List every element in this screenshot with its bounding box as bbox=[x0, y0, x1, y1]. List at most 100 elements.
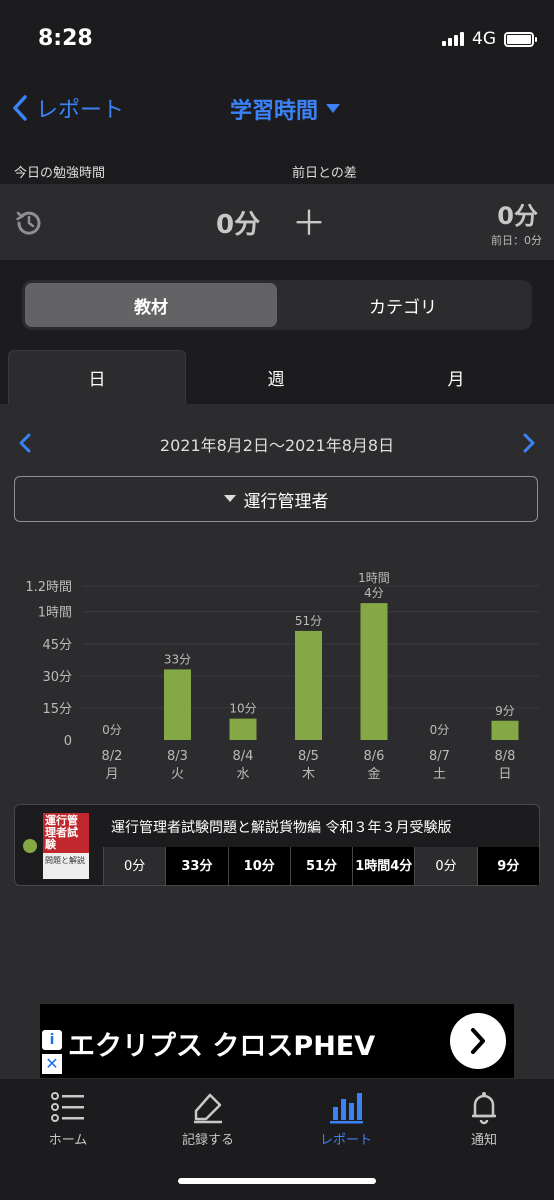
bar bbox=[491, 720, 519, 740]
y-tick-label: 45分 bbox=[42, 638, 72, 653]
book-cover-title: 運行管理者試験 bbox=[43, 813, 89, 853]
y-tick-label: 1時間 bbox=[38, 606, 72, 621]
category-dropdown[interactable]: 運行管理者 bbox=[14, 476, 538, 522]
data-label: 0分 bbox=[430, 723, 450, 737]
tab-report-label: レポート bbox=[319, 1133, 372, 1148]
y-tick-label: 30分 bbox=[42, 670, 72, 685]
today-labels: 今日の勉強時間 前日との差 bbox=[0, 140, 554, 184]
close-icon[interactable]: ✕ bbox=[42, 1054, 62, 1074]
book-cover: 運行管理者試験 問題と解説 bbox=[43, 813, 89, 879]
bar bbox=[229, 718, 257, 740]
y-tick-label: 1.2時間 bbox=[25, 580, 72, 595]
book-title: 運行管理者試験問題と解説貨物編 令和３年３月受験版 bbox=[111, 820, 452, 836]
x-tick-weekday: 日 bbox=[498, 767, 511, 782]
x-tick-weekday: 木 bbox=[302, 767, 315, 782]
study-time-chart: 0 15分 30分 45分 1時間 1.2時間 0分 8/2 月 33分 8/3 火 10分 8/4 水 51… bbox=[25, 571, 540, 782]
ad-arrow-button[interactable] bbox=[450, 1013, 506, 1069]
segment-category[interactable]: カテゴリ bbox=[277, 283, 529, 327]
y-tick-label: 15分 bbox=[42, 702, 72, 717]
tab-record[interactable]: 記録する bbox=[158, 1089, 258, 1148]
pencil-icon bbox=[194, 1093, 222, 1124]
ad-banner[interactable]: i ✕ エクリプス クロスPHEV bbox=[40, 1004, 514, 1078]
tab-notifications[interactable]: 通知 bbox=[434, 1089, 534, 1148]
x-tick-date: 8/2 bbox=[102, 749, 123, 764]
tab-record-label: 記録する bbox=[181, 1133, 234, 1148]
tab-notifications-label: 通知 bbox=[470, 1133, 497, 1148]
daily-total-cell: 33分 bbox=[165, 847, 228, 885]
daily-total-cell: 9分 bbox=[476, 847, 539, 885]
category-label: 運行管理者 bbox=[243, 491, 329, 512]
daily-total-cell: 10分 bbox=[227, 847, 290, 885]
title-dropdown[interactable]: 学習時間 bbox=[230, 93, 341, 125]
signal-icon bbox=[442, 32, 464, 46]
segment-material[interactable]: 教材 bbox=[25, 283, 277, 327]
report-panel: 2021年8月2日〜2021年8月8日 運行管理者 0 15分 30分 45分 1時間 1… bbox=[0, 404, 554, 1004]
bar-chart-icon bbox=[330, 1093, 363, 1124]
next-week-button[interactable] bbox=[522, 432, 536, 454]
tab-week[interactable]: 週 bbox=[186, 350, 366, 404]
page-title: 学習時間 bbox=[230, 99, 319, 124]
data-label: 10分 bbox=[229, 702, 256, 716]
today-summary: 0分 ＋ 0分 前日：0分 bbox=[0, 184, 554, 260]
data-label: 4分 bbox=[364, 586, 384, 600]
tab-day[interactable]: 日 bbox=[8, 350, 186, 404]
bar bbox=[360, 603, 388, 740]
ad-text: エクリプス クロスPHEV bbox=[68, 1031, 376, 1062]
battery-icon bbox=[504, 31, 537, 47]
caret-down-icon bbox=[326, 104, 341, 113]
daily-total-cell: 0分 bbox=[103, 847, 166, 885]
status-time: 8:28 bbox=[38, 26, 93, 51]
nav-bar: レポート 学習時間 bbox=[0, 80, 554, 140]
back-button[interactable]: レポート bbox=[12, 92, 124, 124]
period-tabs: 日 週 月 bbox=[0, 350, 554, 404]
daily-total-cell: 1時間 4分 bbox=[352, 847, 415, 885]
bar bbox=[164, 669, 191, 740]
plus-sign: ＋ bbox=[292, 204, 326, 244]
date-range-row: 2021年8月2日〜2021年8月8日 bbox=[0, 424, 554, 460]
previous-day: 前日：0分 bbox=[491, 234, 542, 247]
today-label: 今日の勉強時間 bbox=[14, 166, 106, 181]
diff-label: 前日との差 bbox=[292, 166, 357, 181]
chevron-left-icon bbox=[13, 95, 27, 121]
diff-minutes: 0分 bbox=[497, 202, 538, 230]
x-tick-weekday: 金 bbox=[367, 766, 380, 782]
x-tick-date: 8/4 bbox=[233, 749, 254, 764]
tab-home[interactable]: ホーム bbox=[18, 1089, 118, 1148]
tab-report[interactable]: レポート bbox=[296, 1089, 396, 1148]
book-cover-subtitle: 問題と解説 bbox=[43, 853, 89, 879]
segmented-control: 教材 カテゴリ bbox=[22, 280, 532, 330]
x-tick-weekday: 土 bbox=[433, 767, 446, 782]
data-label: 9分 bbox=[495, 704, 515, 718]
legend-color-dot bbox=[23, 839, 37, 853]
x-tick-date: 8/6 bbox=[364, 749, 385, 764]
bell-icon bbox=[472, 1092, 496, 1125]
tab-home-label: ホーム bbox=[48, 1133, 88, 1148]
history-icon bbox=[16, 211, 41, 235]
back-label: レポート bbox=[36, 98, 125, 123]
tab-month[interactable]: 月 bbox=[366, 350, 546, 404]
data-label: 33分 bbox=[164, 652, 191, 666]
status-right: 4G bbox=[442, 29, 537, 49]
daily-total-cell: 51分 bbox=[289, 847, 353, 885]
ad-area: i ✕ エクリプス クロスPHEV bbox=[0, 1004, 554, 1078]
status-bar: 8:28 4G bbox=[0, 0, 554, 80]
x-tick-date: 8/7 bbox=[429, 749, 450, 764]
date-range: 2021年8月2日〜2021年8月8日 bbox=[159, 436, 395, 455]
x-tick-weekday: 水 bbox=[236, 767, 249, 782]
material-legend[interactable]: 運行管理者試験 問題と解説 運行管理者試験問題と解説貨物編 令和３年３月受験版 … bbox=[14, 804, 540, 886]
home-indicator bbox=[178, 1178, 376, 1184]
data-label: 51分 bbox=[295, 614, 322, 628]
x-tick-weekday: 火 bbox=[171, 767, 184, 782]
x-tick-date: 8/8 bbox=[495, 749, 516, 764]
data-label: 1時間 bbox=[358, 571, 390, 585]
network-label: 4G bbox=[472, 29, 496, 49]
info-icon[interactable]: i bbox=[42, 1030, 62, 1050]
x-tick-date: 8/5 bbox=[298, 749, 319, 764]
caret-down-icon bbox=[223, 495, 236, 502]
x-tick-date: 8/3 bbox=[167, 749, 188, 764]
chevron-right-icon bbox=[471, 1028, 485, 1054]
data-label: 0分 bbox=[102, 723, 122, 737]
list-icon bbox=[51, 1092, 84, 1122]
y-tick-label: 0 bbox=[64, 734, 72, 749]
x-tick-weekday: 月 bbox=[105, 767, 118, 782]
